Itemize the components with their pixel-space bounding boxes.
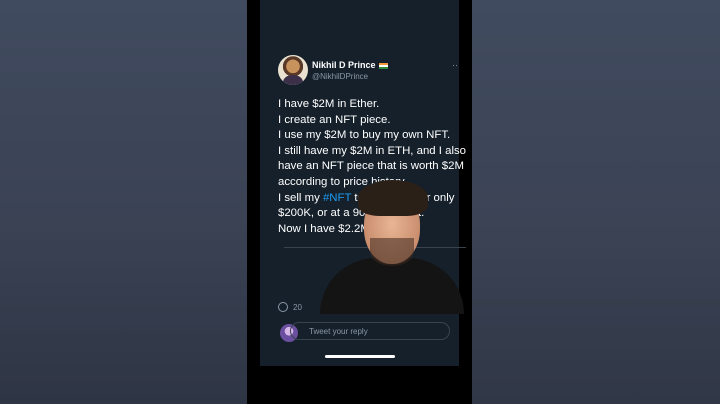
reply-input[interactable]: Tweet your reply: [309, 327, 368, 336]
comment-icon[interactable]: [278, 302, 288, 312]
tweet-text-fragment: I sell my: [278, 191, 323, 204]
india-flag-icon: [378, 62, 388, 69]
presenter-hair: [358, 180, 428, 216]
tweet-line: I use my $2M to buy my own NFT.: [278, 129, 451, 142]
presenter-hoodie: [320, 258, 464, 314]
tweet-line: I create an NFT piece.: [278, 113, 391, 126]
author-avatar[interactable]: [278, 55, 308, 85]
tweet-line: I have $2M in Ether.: [278, 98, 380, 110]
more-options-icon[interactable]: ··: [452, 60, 458, 70]
background-left: [0, 0, 247, 404]
home-indicator: [325, 355, 395, 358]
comment-count: 20: [293, 303, 302, 312]
background-right: [472, 0, 720, 404]
tweet-line: I still have my $2M in ETH, and I also: [278, 144, 467, 157]
tweet-line: have an NFT piece that is worth $2M: [278, 160, 464, 173]
author-name[interactable]: Nikhil D Prince: [312, 60, 388, 70]
presenter-overlay: [320, 180, 464, 314]
author-handle[interactable]: @NikhilDPrince: [312, 72, 368, 81]
presenter-beard: [370, 238, 414, 266]
author-name-text: Nikhil D Prince: [312, 60, 376, 70]
